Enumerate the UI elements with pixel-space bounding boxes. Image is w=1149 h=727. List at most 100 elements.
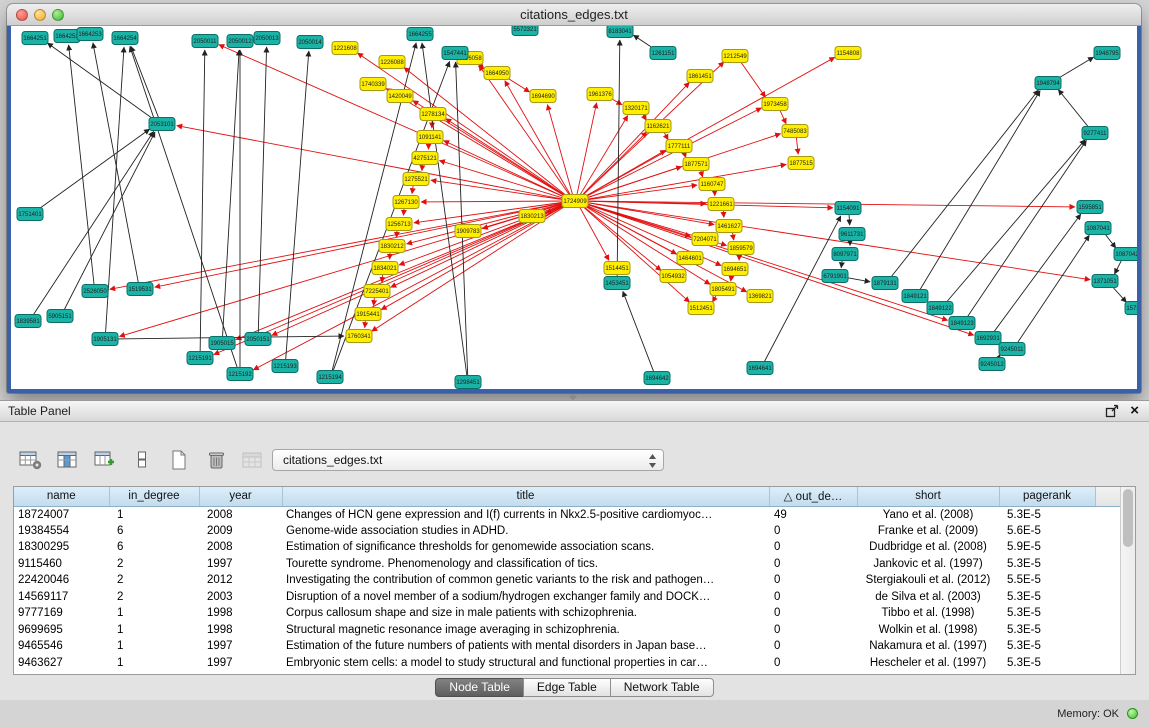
graph-node[interactable]: 1724909 (562, 195, 588, 208)
zoom-window-button[interactable] (52, 9, 64, 21)
graph-node[interactable]: 1595851 (1077, 201, 1103, 214)
graph-node[interactable]: 9611731 (839, 228, 865, 241)
graph-edge[interactable] (944, 140, 1085, 305)
table-row[interactable]: 969969511998Structural magnetic resonanc… (14, 622, 1120, 639)
graph-edge[interactable] (456, 62, 468, 378)
graph-node[interactable]: 1420049 (387, 90, 413, 103)
delete-column-icon[interactable] (203, 447, 229, 473)
graph-node[interactable]: 9277411 (1082, 127, 1108, 140)
graph-node[interactable]: 1664950 (484, 67, 510, 80)
graph-node[interactable]: 1694641 (747, 362, 773, 375)
table-row[interactable]: 1938455462009Genome-wide association stu… (14, 523, 1120, 540)
graph-node[interactable]: 1278134 (420, 108, 446, 121)
graph-node[interactable]: 8097971 (832, 248, 858, 261)
graph-node[interactable]: 1519531 (127, 283, 153, 296)
graph-edge[interactable] (119, 202, 569, 336)
graph-edge[interactable] (131, 46, 160, 120)
graph-node[interactable]: 1861451 (687, 70, 713, 83)
tab-edge-table[interactable]: Edge Table (523, 678, 611, 697)
graph-node[interactable]: 1154808 (835, 47, 861, 60)
new-column-icon[interactable] (166, 447, 192, 473)
graph-node[interactable]: 1369821 (747, 290, 773, 303)
graph-node[interactable]: 1514451 (604, 262, 630, 275)
column-header-name[interactable]: name (14, 487, 109, 506)
graph-node[interactable]: 1091141 (417, 131, 443, 144)
graph-node[interactable]: 1973458 (762, 98, 788, 111)
graph-node[interactable]: 1221608 (332, 42, 358, 55)
table-mode-icon[interactable] (18, 447, 44, 473)
graph-edge[interactable] (258, 47, 266, 335)
graph-node[interactable]: 1664252 (54, 30, 80, 43)
graph-node[interactable]: 7225401 (364, 285, 390, 298)
graph-node[interactable]: 1573101 (1125, 302, 1137, 315)
graph-node[interactable]: 1915441 (355, 308, 381, 321)
graph-node[interactable]: 1215192 (227, 368, 253, 381)
tab-network-table[interactable]: Network Table (610, 678, 714, 697)
table-row[interactable]: 2242004622012Investigating the contribut… (14, 572, 1120, 589)
row-height-icon[interactable] (129, 447, 155, 473)
graph-node[interactable]: 1830212 (379, 240, 405, 253)
graph-node[interactable]: 2526050 (82, 285, 108, 298)
close-panel-icon[interactable]: × (1130, 403, 1139, 419)
minimize-window-button[interactable] (34, 9, 46, 21)
table-row[interactable]: 977716911998Corpus callosum shape and si… (14, 605, 1120, 622)
graph-node[interactable]: 1839581 (15, 315, 41, 328)
graph-node[interactable]: 1849122 (927, 302, 953, 315)
graph-node[interactable]: 6791901 (822, 270, 848, 283)
close-window-button[interactable] (16, 9, 28, 21)
graph-node[interactable]: 7204071 (692, 233, 718, 246)
graph-node[interactable]: 1054932 (660, 270, 686, 283)
graph-node[interactable]: 1760341 (346, 330, 372, 343)
graph-node[interactable]: 1948795 (1094, 47, 1120, 60)
graph-node[interactable]: 1512451 (688, 302, 714, 315)
graph-node[interactable]: 8183041 (607, 26, 633, 38)
graph-node[interactable]: 1834021 (372, 262, 398, 275)
graph-edge[interactable] (47, 43, 157, 122)
import-table-icon[interactable] (240, 447, 266, 473)
graph-node[interactable]: 1154091 (835, 202, 861, 215)
graph-node[interactable]: 1692931 (975, 332, 1001, 345)
graph-node[interactable]: 1849123 (949, 317, 975, 330)
network-view-canvas[interactable]: 1724909122160812260881740339142004912781… (11, 26, 1137, 389)
graph-node[interactable]: 2050014 (297, 36, 323, 49)
table-selector-dropdown[interactable]: citations_edges.txt (272, 449, 664, 471)
graph-node[interactable]: 1805491 (710, 283, 736, 296)
graph-edge[interactable] (581, 185, 697, 200)
graph-node[interactable]: 1961376 (587, 88, 613, 101)
graph-node[interactable]: 1298451 (455, 376, 481, 389)
graph-node[interactable]: 1905131 (92, 333, 118, 346)
graph-node[interactable]: 1664251 (22, 32, 48, 45)
graph-node[interactable]: 9245011 (999, 343, 1025, 356)
graph-node[interactable]: 2050012 (227, 35, 253, 48)
graph-node[interactable]: 1694642 (644, 372, 670, 385)
graph-node[interactable]: 1160747 (699, 178, 725, 191)
graph-node[interactable]: 1664254 (112, 32, 138, 45)
graph-node[interactable]: 2050011 (192, 35, 218, 48)
graph-node[interactable]: 1777111 (666, 140, 692, 153)
graph-edge[interactable] (1058, 90, 1091, 131)
graph-node[interactable]: 1215193 (272, 360, 298, 373)
graph-node[interactable]: 2053101 (149, 118, 175, 131)
graph-edge[interactable] (358, 53, 571, 199)
graph-node[interactable]: 1740339 (360, 78, 386, 91)
column-header-in_degree[interactable]: in_degree (109, 487, 199, 506)
graph-node[interactable]: 1879131 (872, 277, 898, 290)
graph-edge[interactable] (739, 59, 766, 97)
graph-node[interactable]: 1948794 (1035, 77, 1061, 90)
graph-edge[interactable] (35, 129, 150, 212)
select-columns-icon[interactable] (55, 447, 81, 473)
graph-node[interactable]: 5572321 (512, 26, 538, 36)
graph-node[interactable]: 1320171 (623, 102, 649, 115)
tab-node-table[interactable]: Node Table (435, 678, 524, 697)
graph-edge[interactable] (446, 119, 570, 199)
graph-node[interactable]: 1877515 (788, 157, 814, 170)
graph-node[interactable]: 7485083 (782, 125, 808, 138)
graph-node[interactable]: 1877571 (683, 158, 709, 171)
graph-edge[interactable] (479, 65, 572, 198)
graph-node[interactable]: 1267130 (393, 196, 419, 209)
graph-edge[interactable] (155, 202, 569, 287)
graph-node[interactable]: 2050013 (254, 32, 280, 45)
graph-node[interactable]: 1453451 (604, 277, 630, 290)
graph-edge[interactable] (992, 214, 1081, 335)
graph-node[interactable]: 1694690 (530, 90, 556, 103)
